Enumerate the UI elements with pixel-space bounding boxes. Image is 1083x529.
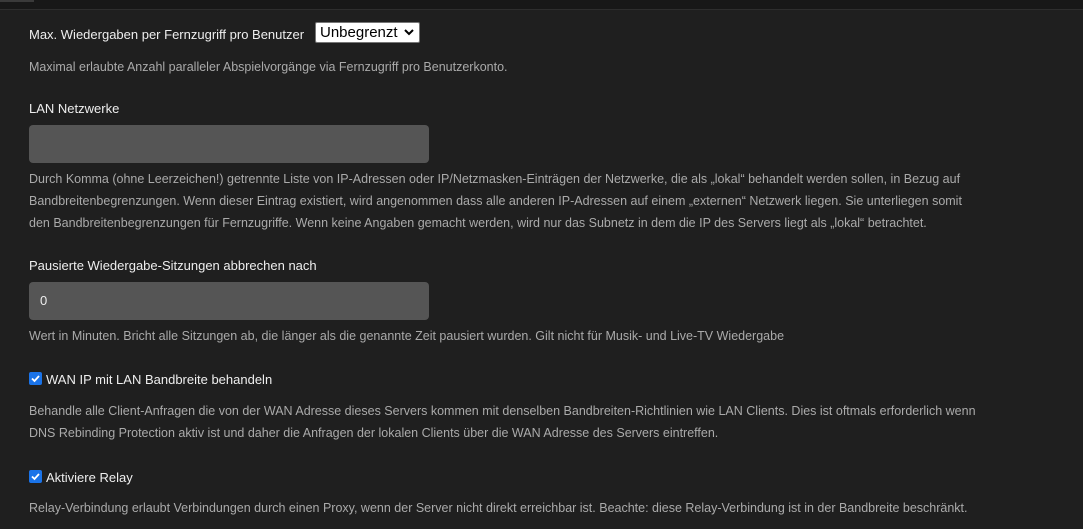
relay-help: Relay-Verbindung erlaubt Verbindungen du…	[29, 501, 968, 515]
top-bar-tab[interactable]	[0, 0, 34, 2]
lan-networks-help-line: den Bandbreitenbegrenzungen für Fernzugr…	[29, 216, 927, 230]
lan-networks-input[interactable]	[29, 125, 429, 163]
paused-sessions-input[interactable]: 0	[29, 282, 429, 320]
check-icon	[31, 473, 40, 481]
wan-ip-checkbox[interactable]	[29, 372, 42, 385]
max-streams-select[interactable]: Unbegrenzt	[315, 22, 420, 43]
paused-sessions-help: Wert in Minuten. Bricht alle Sitzungen a…	[29, 329, 785, 343]
max-streams-selected-value: Unbegrenzt	[320, 24, 398, 41]
wan-ip-help-line: Behandle alle Client-Anfragen die von de…	[29, 404, 976, 418]
wan-ip-help: Behandle alle Client-Anfragen die von de…	[29, 400, 976, 444]
lan-networks-label: LAN Netzwerke	[29, 101, 120, 116]
chevron-down-icon	[404, 29, 414, 36]
relay-label[interactable]: Aktiviere Relay	[46, 470, 133, 485]
top-bar	[0, 0, 1083, 10]
lan-networks-help-line: Durch Komma (ohne Leerzeichen!) getrennt…	[29, 172, 961, 186]
max-streams-label: Max. Wiedergaben per Fernzugriff pro Ben…	[29, 27, 305, 42]
check-icon	[31, 375, 40, 383]
max-streams-help: Maximal erlaubte Anzahl paralleler Abspi…	[29, 60, 508, 74]
wan-ip-help-line: DNS Rebinding Protection aktiv ist und d…	[29, 426, 719, 440]
lan-networks-help: Durch Komma (ohne Leerzeichen!) getrennt…	[29, 168, 962, 234]
lan-networks-help-line: Bandbreitenbegrenzungen. Wenn dieser Ein…	[29, 194, 962, 208]
relay-checkbox[interactable]	[29, 470, 42, 483]
paused-sessions-label: Pausierte Wiedergabe-Sitzungen abbrechen…	[29, 258, 317, 273]
wan-ip-label[interactable]: WAN IP mit LAN Bandbreite behandeln	[46, 372, 272, 387]
